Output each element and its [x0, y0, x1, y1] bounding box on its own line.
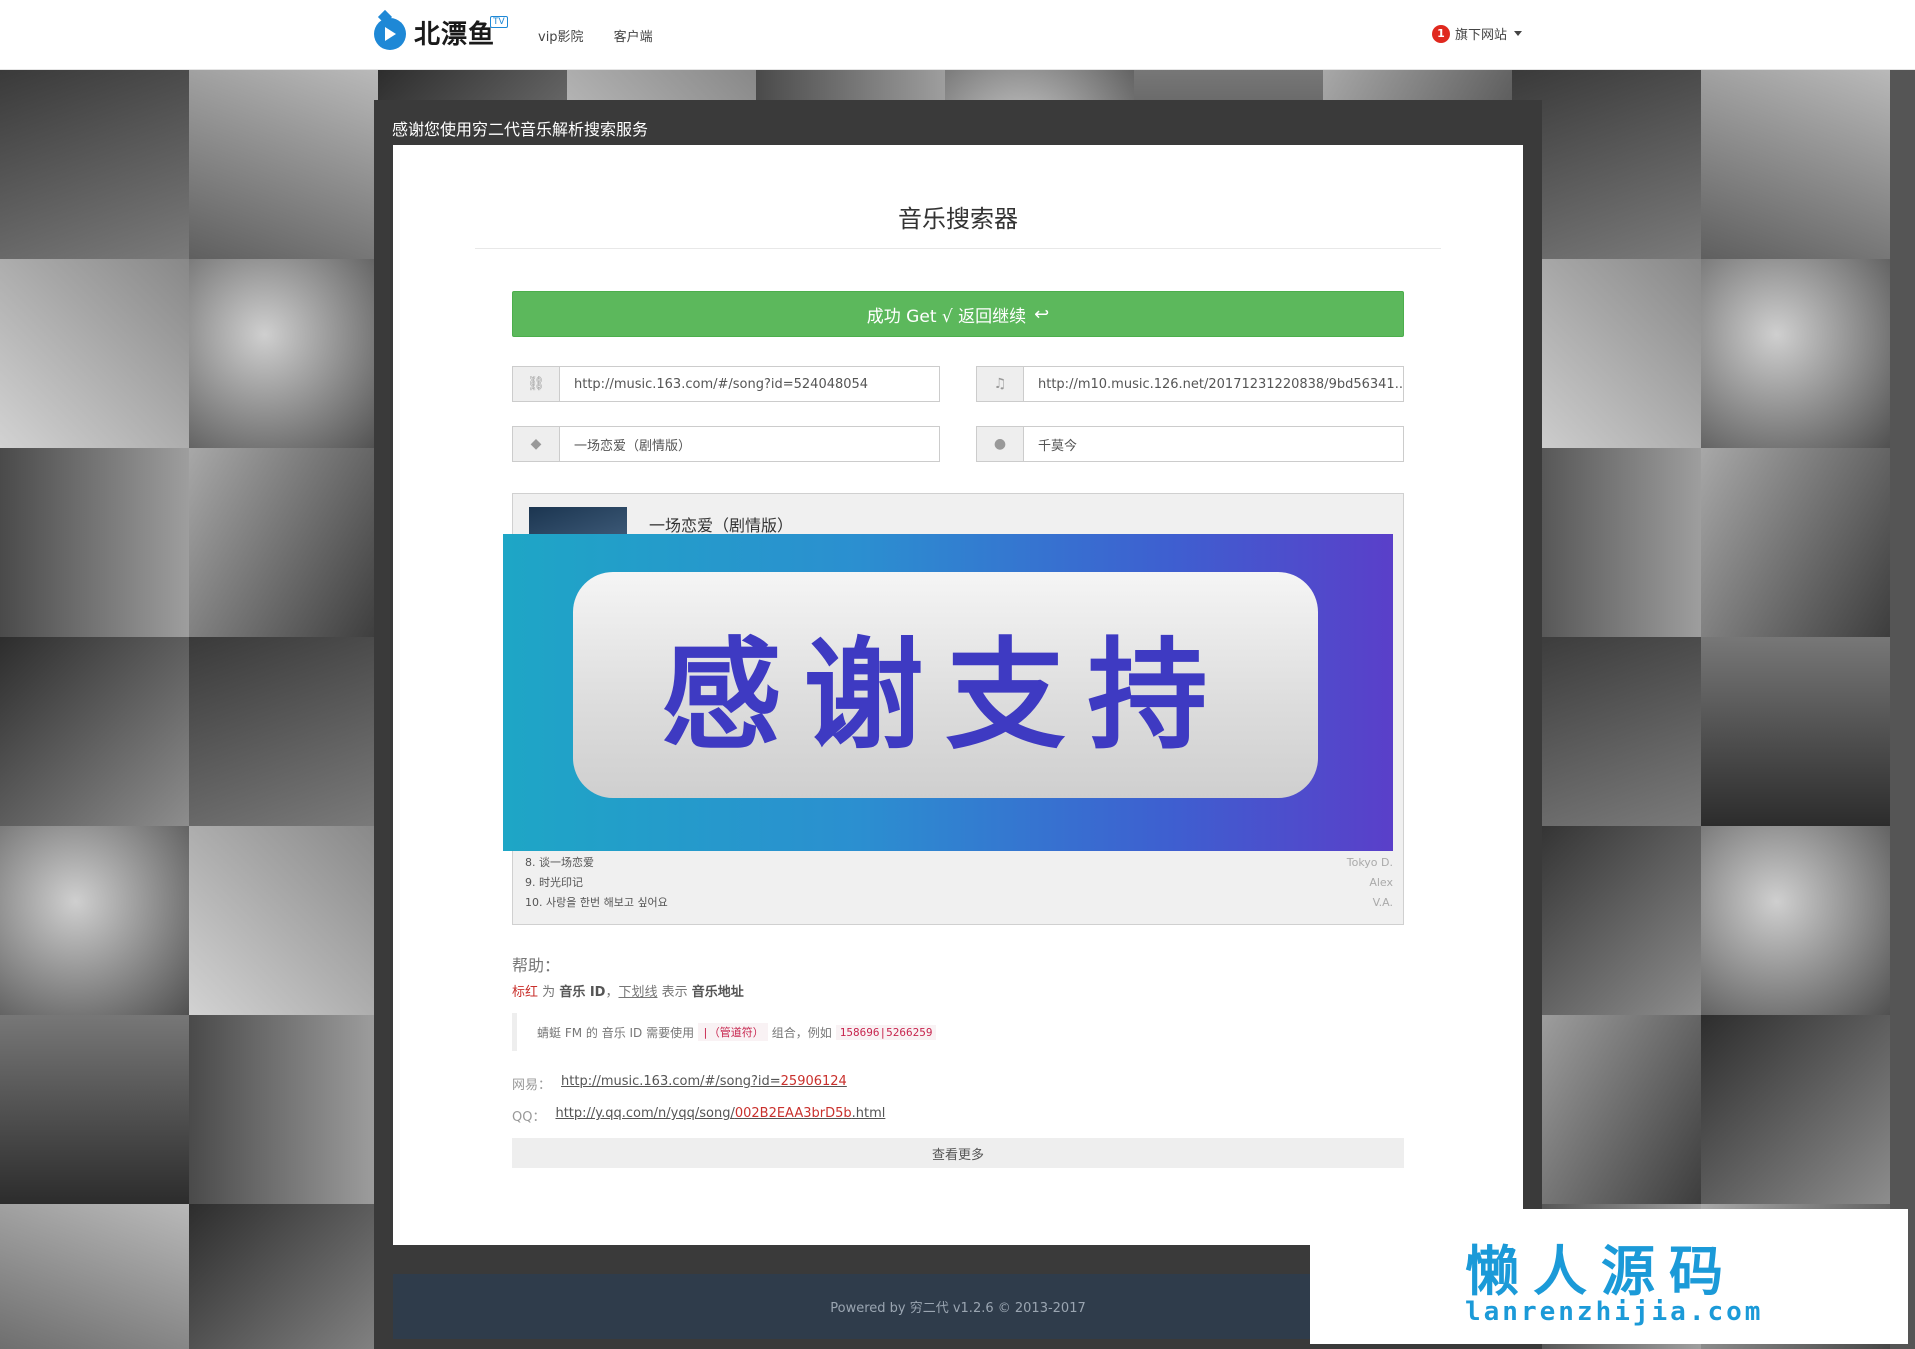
track-artist: Alex [1369, 875, 1393, 889]
title-divider [475, 248, 1441, 249]
track-artist: V.A. [1372, 895, 1393, 909]
quote-text-1: 蜻蜓 FM 的 音乐 ID 需要使用 [537, 1025, 695, 1040]
help-heading: 帮助： [512, 956, 561, 975]
brand-name: 北漂鱼 [414, 19, 496, 50]
quote-code-example: 158696|5266259 [835, 1024, 937, 1040]
view-more-button[interactable]: 查看更多 [512, 1138, 1404, 1168]
playlist-item[interactable]: 8. 谈一场恋爱 Tokyo D. [525, 852, 1393, 872]
example-url-id: 002B2EAA3brD5b [734, 1106, 852, 1121]
brand-logo-link[interactable]: 北漂鱼 TV [372, 9, 508, 52]
music-note-icon: ♫ [977, 367, 1024, 401]
help-description: 标红 为 音乐 ID，下划线 表示 音乐地址 [512, 981, 744, 1000]
playlist-item[interactable]: 9. 时光印记 Alex [525, 872, 1393, 892]
song-name-value[interactable]: 一场恋爱（剧情版） [560, 427, 939, 461]
example-netease: 网易： http://music.163.com/#/song?id=25906… [512, 1074, 847, 1093]
help-text-2: ， [605, 985, 619, 1000]
example-qq: QQ： http://y.qq.com/n/yqq/song/002B2EAA3… [512, 1106, 885, 1125]
footer-text: Powered by 穷二代 v1.2.6 © 2013-2017 [830, 1301, 1086, 1316]
quote-code-pipe: |（管道符） [698, 1023, 768, 1041]
success-return-button[interactable]: 成功 Get √ 返回继续 ↩ [512, 291, 1404, 337]
service-title: 感谢您使用穷二代音乐解析搜索服务 [392, 120, 649, 139]
notification-badge: 1 [1432, 24, 1450, 43]
brand-tv-tag: TV [490, 16, 508, 28]
example-link[interactable]: http://y.qq.com/n/yqq/song/002B2EAA3brD5… [555, 1106, 885, 1125]
reply-arrow-icon: ↩ [1034, 303, 1050, 325]
player-song-title: 一场恋爱（剧情版） [649, 516, 794, 535]
help-bold-1: 音乐 ID [559, 985, 606, 1000]
example-url-prefix: http://music.163.com/#/song?id= [561, 1074, 781, 1089]
example-label: QQ： [512, 1110, 546, 1125]
watermark-en: lanrenzhijia.com [1465, 1297, 1764, 1327]
top-navbar: 北漂鱼 TV vip影院 客户端 1 旗下网站 [0, 0, 1915, 70]
example-label: 网易： [512, 1078, 552, 1093]
example-url-suffix: .html [851, 1106, 886, 1121]
link-icon: ⛓ [513, 367, 560, 401]
song-name-field[interactable]: ◆ 一场恋爱（剧情版） [512, 426, 940, 462]
music-url-field[interactable]: ♫ http://m10.music.126.net/2017123122083… [976, 366, 1404, 402]
track-title: 8. 谈一场恋爱 [525, 856, 594, 869]
example-link[interactable]: http://music.163.com/#/song?id=25906124 [561, 1074, 847, 1093]
nav-link-vip-cinema[interactable]: vip影院 [538, 26, 584, 45]
example-url-prefix: http://y.qq.com/n/yqq/song/ [555, 1106, 735, 1121]
caret-down-icon [1514, 31, 1523, 36]
song-url-field[interactable]: ⛓ http://music.163.com/#/song?id=5240480… [512, 366, 940, 402]
quote-text-2: 组合，例如 [771, 1025, 832, 1040]
watermark-cn: 懒人源码 [1465, 1240, 1737, 1303]
artist-field[interactable]: ● 千莫今 [976, 426, 1404, 462]
help-text-1: 为 [542, 985, 556, 1000]
help-underline-word: 下划线 [618, 985, 658, 1000]
help-note-blockquote: 蜻蜓 FM 的 音乐 ID 需要使用 |（管道符） 组合，例如 158696|5… [512, 1013, 1404, 1051]
sites-dropdown-label: 旗下网站 [1455, 28, 1508, 43]
playlist-item[interactable]: 10. 사랑을 한번 해보고 싶어요 V.A. [525, 892, 1393, 912]
user-icon: ● [977, 427, 1024, 461]
track-title: 10. 사랑을 한번 해보고 싶어요 [525, 896, 668, 909]
success-button-label: 成功 Get √ 返回继续 [866, 306, 1027, 327]
thanks-banner: 感谢支持 [503, 534, 1393, 851]
help-red-word: 标红 [512, 985, 539, 1000]
page-title: 音乐搜索器 [898, 205, 1018, 233]
thanks-banner-text: 感谢支持 [661, 627, 1230, 766]
track-title: 9. 时光印记 [525, 876, 583, 889]
song-url-value[interactable]: http://music.163.com/#/song?id=524048054 [560, 367, 939, 401]
sites-dropdown[interactable]: 1 旗下网站 [1432, 24, 1523, 43]
nav-links: vip影院 客户端 [538, 0, 653, 70]
help-text-3: 表示 [661, 985, 688, 1000]
music-url-value[interactable]: http://m10.music.126.net/20171231220838/… [1024, 367, 1403, 401]
playlist: 8. 谈一场恋爱 Tokyo D. 9. 时光印记 Alex 10. 사랑을 한… [525, 852, 1393, 912]
example-url-id: 25906124 [780, 1074, 847, 1089]
watermark: 懒人源码 lanrenzhijia.com [1310, 1209, 1908, 1344]
tag-icon: ◆ [513, 427, 560, 461]
help-bold-2: 音乐地址 [691, 985, 744, 1000]
track-artist: Tokyo D. [1346, 855, 1393, 869]
nav-link-client[interactable]: 客户端 [614, 26, 653, 45]
artist-value[interactable]: 千莫今 [1024, 427, 1403, 461]
thanks-banner-plate: 感谢支持 [573, 572, 1318, 798]
fish-logo-icon [372, 9, 408, 52]
